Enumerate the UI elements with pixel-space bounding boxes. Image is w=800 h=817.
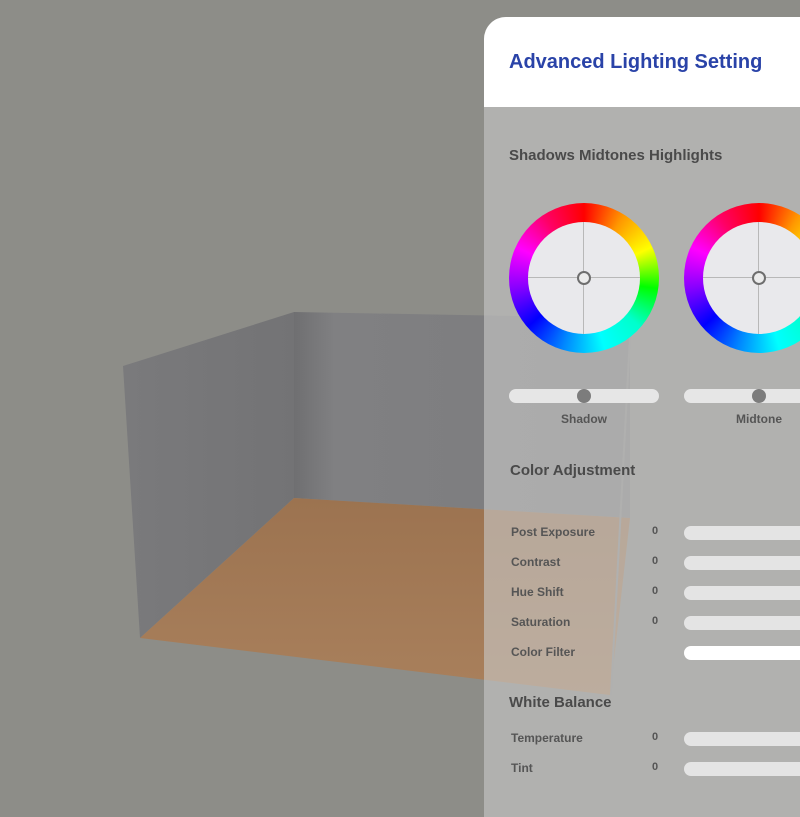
shadow-slider-knob[interactable] [577, 389, 591, 403]
contrast-value: 0 [652, 555, 659, 567]
post-exposure-label: Post Exposure [511, 525, 596, 539]
hue-shift-value: 0 [652, 585, 659, 597]
post-exposure-row: Post Exposure 0 [484, 522, 800, 542]
shadow-slider[interactable] [509, 389, 659, 403]
post-exposure-value: 0 [652, 525, 659, 537]
shadow-label: Shadow [560, 412, 607, 426]
temperature-row: Temperature 0 [484, 728, 800, 748]
contrast-label: Contrast [511, 555, 561, 569]
white-balance-title: White Balance [509, 694, 612, 711]
saturation-label: Saturation [511, 615, 571, 629]
smh-section-title: Shadows Midtones Highlights [509, 147, 723, 164]
hue-shift-slider[interactable] [684, 586, 800, 600]
saturation-value: 0 [652, 615, 659, 627]
lighting-settings-panel: Advanced Lighting Setting Shadows Midton… [484, 17, 800, 817]
tint-value: 0 [652, 761, 659, 773]
tint-label: Tint [511, 761, 533, 775]
midtone-slider[interactable] [684, 389, 800, 403]
saturation-row: Saturation 0 [484, 612, 800, 632]
shadow-wheel-center[interactable] [528, 222, 640, 334]
midtone-wheel-handle[interactable] [752, 271, 766, 285]
midtone-slider-knob[interactable] [752, 389, 766, 403]
midtone-label: Midtone [736, 412, 782, 426]
temperature-label: Temperature [511, 731, 583, 745]
post-exposure-slider[interactable] [684, 526, 800, 540]
shadow-wheel-handle[interactable] [577, 271, 591, 285]
color-filter-swatch[interactable] [684, 646, 800, 660]
midtone-wheel-center[interactable] [703, 222, 800, 334]
tint-row: Tint 0 [484, 758, 800, 778]
panel-header: Advanced Lighting Setting [484, 17, 800, 107]
tint-slider[interactable] [684, 762, 800, 776]
shadow-color-wheel[interactable] [509, 203, 659, 353]
color-adjustment-title: Color Adjustment [510, 462, 636, 479]
color-filter-label: Color Filter [511, 645, 576, 659]
contrast-row: Contrast 0 [484, 552, 800, 572]
temperature-slider[interactable] [684, 732, 800, 746]
color-filter-row: Color Filter [484, 642, 800, 662]
hue-shift-row: Hue Shift 0 [484, 582, 800, 602]
temperature-value: 0 [652, 731, 659, 743]
midtone-color-wheel[interactable] [684, 203, 800, 353]
saturation-slider[interactable] [684, 616, 800, 630]
contrast-slider[interactable] [684, 556, 800, 570]
hue-shift-label: Hue Shift [511, 585, 564, 599]
panel-title: Advanced Lighting Setting [509, 51, 763, 73]
